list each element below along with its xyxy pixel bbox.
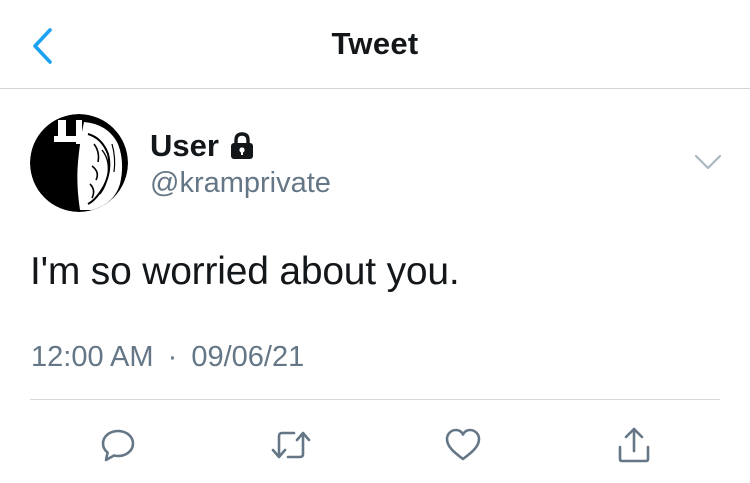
- timestamp-separator: ·: [167, 341, 178, 373]
- avatar[interactable]: [30, 114, 128, 212]
- lock-icon: [229, 131, 255, 161]
- chevron-down-icon: [694, 154, 722, 170]
- like-button[interactable]: [437, 420, 489, 470]
- like-icon: [445, 428, 481, 461]
- author-name-row[interactable]: User: [150, 127, 255, 165]
- share-button[interactable]: [608, 420, 660, 470]
- retweet-button[interactable]: [265, 420, 317, 470]
- navigation-bar: Tweet: [0, 0, 750, 89]
- share-icon: [618, 427, 650, 463]
- action-bar: [0, 420, 750, 470]
- tweet-text: I'm so worried about you.: [30, 250, 460, 293]
- page-title: Tweet: [331, 26, 419, 61]
- reply-icon: [101, 429, 135, 462]
- divider: [30, 399, 720, 400]
- tweet-date: 09/06/21: [191, 341, 305, 373]
- author-name[interactable]: User: [150, 128, 219, 164]
- retweet-icon: [271, 431, 311, 459]
- author-handle[interactable]: @kramprivate: [150, 167, 331, 200]
- reply-button[interactable]: [92, 420, 144, 470]
- tweet-menu-button[interactable]: [692, 150, 724, 174]
- avatar-image: [30, 114, 128, 212]
- tweet-time: 12:00 AM: [31, 341, 154, 373]
- tweet-timestamp: 12:00 AM · 09/06/21: [31, 341, 304, 374]
